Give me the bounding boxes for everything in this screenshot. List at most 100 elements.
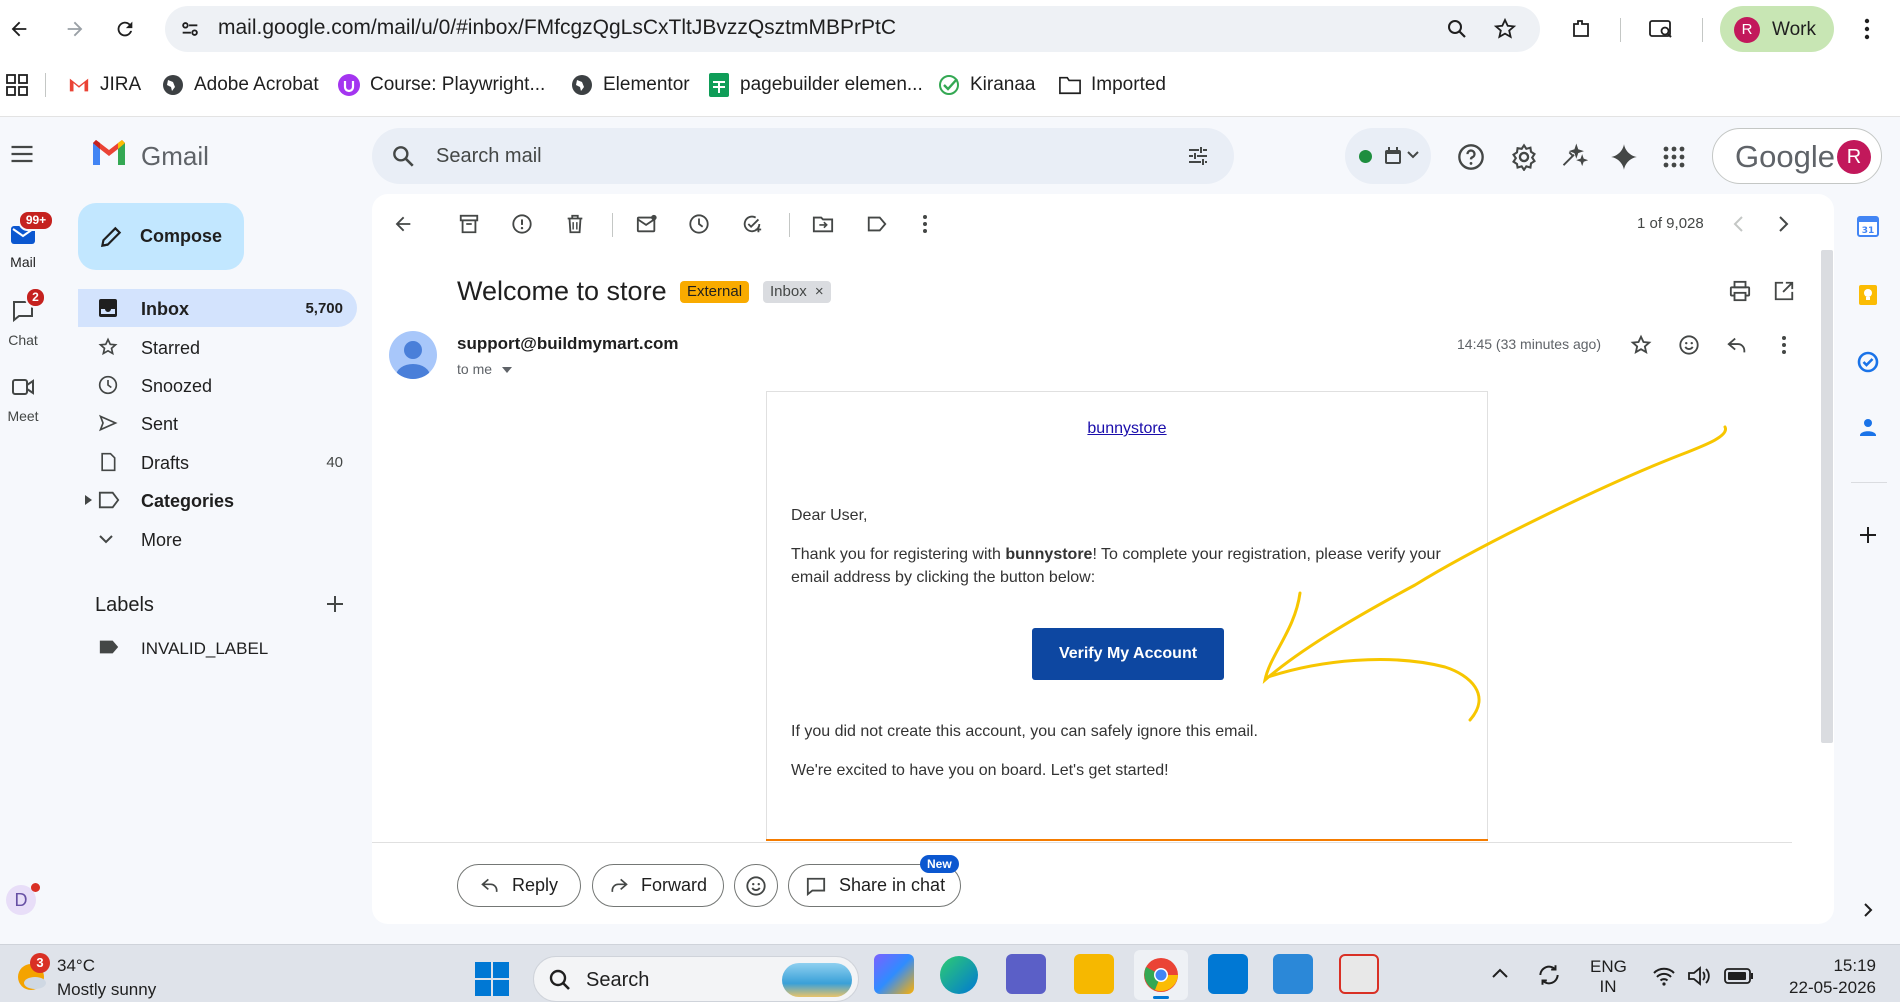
- chrome-taskbar-item[interactable]: [1134, 950, 1188, 1000]
- back-to-inbox-icon[interactable]: [390, 211, 416, 237]
- bookmark-jira[interactable]: JIRA: [68, 72, 141, 98]
- help-icon[interactable]: [1457, 143, 1485, 171]
- bookmark-imported[interactable]: Imported: [1059, 72, 1166, 98]
- rail-chat[interactable]: 2 Chat: [0, 287, 46, 353]
- search-options-icon[interactable]: [1186, 144, 1210, 168]
- more-options-icon[interactable]: [912, 211, 938, 237]
- labels-icon[interactable]: [864, 211, 890, 237]
- scrollbar-thumb[interactable]: [1821, 250, 1833, 743]
- forward-button[interactable]: Forward: [592, 864, 724, 907]
- bookmark-star-icon[interactable]: [1488, 12, 1522, 46]
- emoji-react-icon[interactable]: [1676, 332, 1702, 358]
- notepad-icon[interactable]: [1273, 954, 1313, 994]
- taskbar-search[interactable]: Search: [533, 956, 859, 1002]
- caret-down-icon[interactable]: [501, 366, 512, 374]
- sidebar-item-starred[interactable]: Starred: [78, 328, 357, 366]
- add-to-tasks-icon[interactable]: [739, 211, 765, 237]
- remove-label-icon[interactable]: ×: [815, 283, 824, 300]
- move-to-icon[interactable]: [810, 211, 836, 237]
- site-info-icon[interactable]: [173, 12, 207, 46]
- rail-meet[interactable]: Meet: [0, 372, 46, 432]
- expand-panel-chevron-icon[interactable]: [1856, 898, 1882, 924]
- bookmark-kiranaa[interactable]: Kiranaa: [938, 72, 1036, 98]
- bookmark-pagebuilder[interactable]: pagebuilder elemen...: [708, 72, 923, 98]
- url-text[interactable]: mail.google.com/mail/u/0/#inbox/FMfcgzQg…: [218, 16, 896, 40]
- sidebar-item-sent[interactable]: Sent: [78, 404, 357, 442]
- volume-icon[interactable]: [1687, 966, 1711, 986]
- windows-start-icon[interactable]: [474, 961, 510, 997]
- brand-link-text[interactable]: bunnystore: [1087, 420, 1166, 437]
- get-addons-icon[interactable]: [1856, 523, 1882, 549]
- main-menu-icon[interactable]: [8, 140, 36, 168]
- star-email-icon[interactable]: [1628, 332, 1654, 358]
- sidebar-item-more[interactable]: More: [78, 520, 357, 558]
- bookmark-course-playwright[interactable]: Course: Playwright...: [338, 72, 545, 98]
- rail-mail[interactable]: 99+ Mail: [0, 210, 54, 274]
- gemini-features-icon[interactable]: [1560, 143, 1588, 171]
- extensions-icon[interactable]: [1564, 12, 1598, 46]
- sidebar-item-inbox[interactable]: Inbox 5,700: [78, 289, 357, 327]
- reply-icon[interactable]: [1724, 332, 1750, 358]
- bookmark-elementor[interactable]: Elementor: [571, 72, 690, 98]
- apps-grid-icon[interactable]: [0, 68, 34, 102]
- delete-icon[interactable]: [562, 211, 588, 237]
- sidebar-item-categories[interactable]: Categories: [78, 481, 357, 519]
- print-icon[interactable]: [1727, 278, 1753, 304]
- tasks-icon[interactable]: [1856, 350, 1882, 376]
- search-bar[interactable]: Search mail: [372, 128, 1234, 184]
- back-arrow-icon[interactable]: [2, 12, 36, 46]
- language-indicator[interactable]: ENG IN: [1590, 957, 1627, 997]
- google-account-button[interactable]: Google R: [1712, 128, 1882, 184]
- weather-desc[interactable]: Mostly sunny: [57, 980, 156, 1000]
- add-label-icon[interactable]: [324, 593, 346, 615]
- search-icon[interactable]: [390, 143, 416, 169]
- sender-address[interactable]: support@buildmymart.com: [457, 334, 679, 354]
- open-new-window-icon[interactable]: [1771, 278, 1797, 304]
- sidebar-item-drafts[interactable]: Drafts 40: [78, 443, 357, 481]
- emoji-button[interactable]: [734, 864, 778, 907]
- label-item-invalid[interactable]: INVALID_LABEL: [78, 629, 357, 667]
- keep-icon[interactable]: [1856, 283, 1882, 309]
- sidebar-item-snoozed[interactable]: Snoozed: [78, 366, 357, 404]
- file-explorer-icon[interactable]: [1074, 954, 1114, 994]
- battery-icon[interactable]: [1724, 968, 1754, 984]
- settings-gear-icon[interactable]: [1510, 143, 1538, 171]
- older-chevron-icon[interactable]: [1771, 211, 1797, 237]
- zoom-icon[interactable]: [1440, 12, 1474, 46]
- gemini-sparkle-icon[interactable]: [1610, 143, 1638, 171]
- compose-button[interactable]: Compose: [78, 203, 244, 270]
- gmail-logo-icon[interactable]: [90, 137, 128, 167]
- copilot-icon[interactable]: [874, 954, 914, 994]
- contacts-icon[interactable]: [1856, 415, 1882, 441]
- report-spam-icon[interactable]: [509, 211, 535, 237]
- reload-icon[interactable]: [108, 12, 142, 46]
- browser-menu-icon[interactable]: [1850, 12, 1884, 46]
- wifi-icon[interactable]: [1652, 966, 1676, 986]
- snooze-icon[interactable]: [686, 211, 712, 237]
- edge-icon[interactable]: [940, 956, 978, 994]
- verify-account-button[interactable]: Verify My Account: [1032, 628, 1224, 680]
- reply-button[interactable]: Reply: [457, 864, 581, 907]
- sender-avatar[interactable]: [389, 331, 437, 379]
- teams-icon[interactable]: [1006, 954, 1046, 994]
- google-apps-icon[interactable]: [1662, 145, 1686, 169]
- profile-chip[interactable]: R Work: [1720, 6, 1834, 52]
- store-icon[interactable]: [1208, 954, 1248, 994]
- forward-arrow-icon[interactable]: [58, 12, 92, 46]
- calendar-icon[interactable]: 31: [1856, 214, 1882, 240]
- system-clock[interactable]: 15:19 22-05-2026: [1778, 956, 1876, 998]
- mark-unread-icon[interactable]: [634, 211, 660, 237]
- bookmark-adobe-acrobat[interactable]: Adobe Acrobat: [162, 72, 319, 98]
- status-selector[interactable]: [1345, 128, 1431, 184]
- newer-chevron-icon[interactable]: [1725, 211, 1751, 237]
- sync-icon[interactable]: [1536, 962, 1562, 988]
- recipient-details[interactable]: to me: [457, 361, 512, 377]
- show-hidden-icons-chevron-icon[interactable]: [1490, 966, 1510, 980]
- search-input[interactable]: Search mail: [436, 145, 542, 168]
- weather-temp[interactable]: 34°C: [57, 956, 95, 976]
- expand-triangle-icon[interactable]: [85, 495, 92, 505]
- snipping-tool-icon[interactable]: [1339, 954, 1379, 994]
- tab-search-icon[interactable]: [1644, 12, 1678, 46]
- archive-icon[interactable]: [456, 211, 482, 237]
- message-more-icon[interactable]: [1771, 332, 1797, 358]
